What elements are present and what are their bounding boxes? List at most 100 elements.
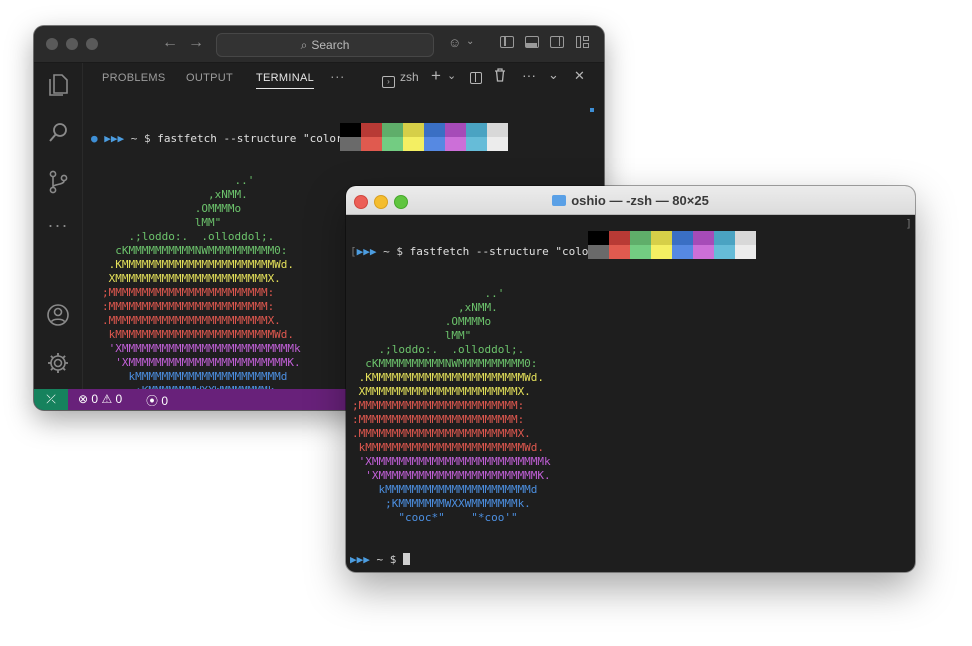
color-swatch [651, 245, 672, 259]
kill-terminal-trash-icon[interactable] [494, 68, 506, 85]
mark-bracket-right: ] [905, 217, 912, 230]
color-swatch [361, 137, 382, 151]
color-swatch [466, 137, 487, 151]
color-palette [340, 123, 508, 151]
command-decoration-icon[interactable]: ● [91, 132, 98, 145]
scrollbar-marker [590, 108, 594, 112]
color-swatch [588, 231, 609, 245]
logo-line: 'XMMMMMMMMMMMMMMMMMMMMMMMMMMk [352, 455, 551, 468]
logo-line: XMMMMMMMMMMMMMMMMMMMMMMMX. [352, 385, 531, 398]
terminal-titlebar: oshio — -zsh — 80×25 [346, 186, 915, 215]
remote-indicator-icon[interactable]: ⤫ [34, 389, 68, 410]
prompt-line: ▶▶▶ ~ $ [350, 553, 912, 567]
close-button[interactable] [46, 38, 58, 50]
color-swatch [630, 245, 651, 259]
terminal-cursor [403, 553, 410, 565]
ports-count: 0 [161, 394, 169, 408]
prompt-text: ~ $ [376, 245, 410, 258]
color-swatch [382, 137, 403, 151]
color-swatch [609, 231, 630, 245]
prompt-arrows: ▶▶▶ [356, 245, 377, 258]
close-panel-icon[interactable]: ✕ [574, 68, 585, 84]
command-text: fastfetch --structure "colors" [157, 132, 356, 145]
chevron-down-icon[interactable]: ⌄ [466, 36, 474, 47]
logo-line: kMMMMMMMMMMMMMMMMMMMMMMd [352, 483, 538, 496]
split-terminal-icon[interactable] [470, 72, 482, 84]
logo-line: lMM" [352, 329, 472, 342]
toggle-secondary-sidebar-icon[interactable] [550, 36, 564, 48]
prompt-text: ~ $ [124, 132, 158, 145]
folder-icon [552, 195, 567, 206]
terminal-shell-icon[interactable]: › [382, 71, 395, 88]
logo-line: .MMMMMMMMMMMMMMMMMMMMMMMMX. [352, 427, 531, 440]
problems-status[interactable]: ⊗ 0 ⚠ 0 [78, 392, 122, 406]
terminal-shell-label[interactable]: zsh [400, 70, 419, 84]
color-swatch [735, 245, 756, 259]
panel-more-icon[interactable]: ··· [330, 68, 345, 84]
vscode-titlebar: ← → ⌕ Search ☺ ⌄ [34, 26, 604, 63]
color-swatch [609, 245, 630, 259]
new-terminal-chevron-icon[interactable]: ⌄ [447, 69, 456, 82]
color-swatch [672, 231, 693, 245]
copilot-icon[interactable]: ☺ [448, 35, 461, 50]
tab-terminal[interactable]: TERMINAL [256, 72, 315, 89]
window-title: oshio — -zsh — 80×25 [346, 193, 915, 208]
maximize-panel-chevron-icon[interactable]: ⌄ [548, 67, 559, 83]
color-swatch [424, 123, 445, 137]
logo-line: ;MMMMMMMMMMMMMMMMMMMMMMMM: [352, 399, 525, 412]
warning-icon: ⚠ [101, 392, 113, 406]
color-swatch [445, 123, 466, 137]
command-text: fastfetch --structure "colors" [409, 245, 609, 258]
color-palette [588, 231, 756, 259]
more-views-icon[interactable]: ··· [46, 215, 70, 236]
terminal-more-icon[interactable]: ··· [522, 67, 536, 83]
prompt-arrows: ▶▶▶ [104, 132, 125, 145]
forward-arrow-icon[interactable]: → [188, 34, 204, 52]
color-swatch [672, 245, 693, 259]
logo-line: :MMMMMMMMMMMMMMMMMMMMMMMM: [352, 413, 525, 426]
command-center-search[interactable]: ⌕ Search [216, 33, 434, 57]
new-terminal-plus-icon[interactable]: + [431, 66, 441, 86]
prompt-arrows: ▶▶▶ [350, 553, 370, 566]
customize-layout-icon[interactable] [576, 36, 590, 48]
color-swatch [735, 231, 756, 245]
account-icon[interactable] [46, 303, 70, 333]
mark-bracket: [ [350, 245, 357, 258]
logo-line: .KMMMMMMMMMMMMMMMMMMMMMMMWd. [352, 371, 545, 384]
color-swatch [714, 231, 735, 245]
logo-line: .;loddo:. .olloddol;. [352, 343, 525, 356]
terminal-output[interactable]: [▶▶▶ ~ $ fastfetch --structure "colors" … [350, 217, 912, 567]
color-swatch [403, 123, 424, 137]
logo-line: "cooc*" "*coo'" [352, 511, 518, 524]
window-title-text: oshio — -zsh — 80×25 [571, 193, 709, 208]
color-swatch [487, 137, 508, 151]
tab-problems[interactable]: PROBLEMS [102, 72, 166, 84]
logo-line: cKMMMMMMMMMMNWMMMMMMMMMM0: [352, 357, 538, 370]
error-icon: ⊗ [78, 392, 89, 406]
ports-status[interactable]: ⦿ 0 [146, 392, 168, 409]
logo-line: .OMMMMo [352, 315, 492, 328]
back-arrow-icon[interactable]: ← [162, 34, 178, 52]
logo-line: kMMMMMMMMMMMMMMMMMMMMMMMMWd. [352, 441, 545, 454]
color-swatch [630, 231, 651, 245]
settings-gear-icon[interactable] [46, 351, 70, 381]
tab-output[interactable]: OUTPUT [186, 72, 233, 84]
color-swatch [693, 231, 714, 245]
source-control-icon[interactable] [46, 169, 70, 201]
zoom-button[interactable] [86, 38, 98, 50]
color-swatch [445, 137, 466, 151]
color-swatch [382, 123, 403, 137]
minimize-button[interactable] [66, 38, 78, 50]
color-swatch [588, 245, 609, 259]
color-swatch [403, 137, 424, 151]
warning-count: 0 [115, 392, 123, 406]
activity-bar: ··· [34, 63, 83, 389]
color-swatch [361, 123, 382, 137]
search-label: Search [311, 38, 350, 52]
search-view-icon[interactable] [46, 121, 70, 151]
toggle-primary-sidebar-icon[interactable] [500, 36, 514, 48]
toggle-panel-icon[interactable] [525, 36, 539, 48]
explorer-icon[interactable] [46, 73, 70, 103]
logo-line: 'XMMMMMMMMMMMMMMMMMMMMMMMMK. [352, 469, 551, 482]
command-line: ● ▶▶▶ ~ $ fastfetch --structure "colors" [82, 132, 592, 146]
